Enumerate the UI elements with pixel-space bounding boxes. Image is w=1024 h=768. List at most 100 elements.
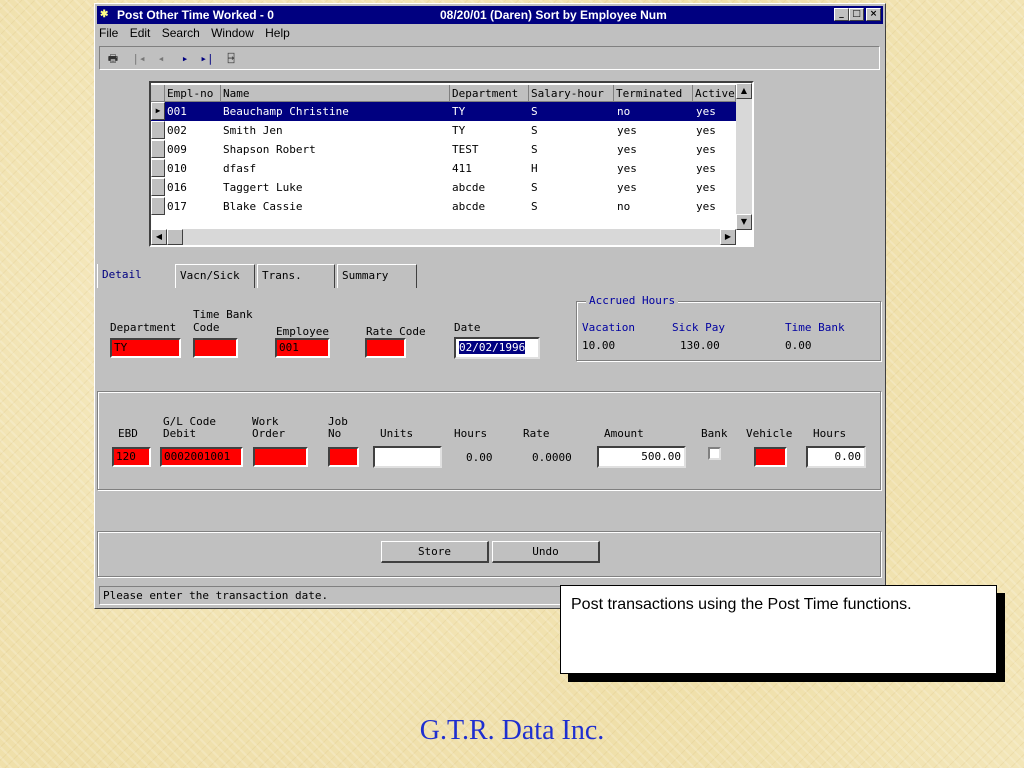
scroll-down-icon[interactable]: ▼ — [736, 214, 752, 230]
sick-pay-value: 130.00 — [680, 339, 720, 352]
cell-empl-no: 010 — [167, 162, 187, 175]
cell-department: TY — [452, 124, 466, 137]
title-bar[interactable]: ✱ Post Other Time Worked - 0 08/20/01 (D… — [97, 6, 883, 24]
cell-department: TEST — [452, 143, 479, 156]
table-row[interactable]: 009 Shapson Robert TEST S yes yes — [151, 140, 736, 159]
scroll-right-icon[interactable]: ▶ — [720, 229, 736, 245]
work-order-field[interactable] — [253, 447, 308, 467]
menu-edit[interactable]: Edit — [130, 26, 151, 40]
time-bank-value: 0.00 — [785, 339, 812, 352]
menu-file[interactable]: File — [99, 26, 118, 40]
scroll-thumb[interactable] — [167, 229, 183, 245]
time-bank-code-field[interactable] — [193, 338, 238, 358]
ebd-field[interactable]: 120 — [112, 447, 151, 467]
vehicle-field[interactable] — [754, 447, 787, 467]
cell-terminated: yes — [617, 181, 637, 194]
amount-label: Amount — [604, 427, 644, 440]
first-record-icon[interactable]: |◂ — [130, 50, 148, 67]
cell-empl-no: 001 — [167, 105, 187, 118]
cell-name: Beauchamp Christine — [223, 105, 349, 118]
col-header-name[interactable]: Name — [221, 85, 450, 102]
rate-value: 0.0000 — [532, 451, 572, 464]
menu-help[interactable]: Help — [265, 26, 290, 40]
col-header-salary-hour[interactable]: Salary-hour — [529, 85, 614, 102]
department-field[interactable]: TY — [110, 338, 181, 358]
units-field[interactable] — [373, 446, 442, 468]
cell-active: yes — [696, 143, 716, 156]
cell-terminated: yes — [617, 143, 637, 156]
amount-field[interactable]: 500.00 — [597, 446, 686, 468]
window-subtitle: 08/20/01 (Daren) Sort by Employee Num — [440, 8, 667, 22]
units-label: Units — [380, 427, 414, 440]
vehicle-label: Vehicle — [746, 427, 793, 440]
gl-code-field[interactable]: 0002001001 — [160, 447, 243, 467]
vertical-scrollbar[interactable]: ▲ ▼ — [736, 83, 752, 230]
col-header-empl-no[interactable]: Empl-no — [165, 85, 221, 102]
previous-record-icon[interactable]: ◂ — [152, 50, 170, 67]
rate-code-field[interactable] — [365, 338, 406, 358]
bank-checkbox[interactable] — [708, 447, 721, 460]
table-row[interactable]: ▶ 001 Beauchamp Christine TY S no yes — [151, 102, 736, 121]
tab-trans[interactable]: Trans. — [257, 264, 335, 288]
employee-field[interactable]: 001 — [275, 338, 330, 358]
scroll-left-icon[interactable]: ◀ — [151, 229, 167, 245]
cell-salary-hour: H — [531, 162, 538, 175]
gl-debit-label: Debit — [163, 427, 197, 440]
menu-window[interactable]: Window — [211, 26, 254, 40]
col-header-department[interactable]: Department — [450, 85, 529, 102]
col-header-terminated[interactable]: Terminated — [614, 85, 693, 102]
vacation-value: 10.00 — [582, 339, 616, 352]
tab-summary[interactable]: Summary — [337, 264, 417, 288]
table-row[interactable]: 017 Blake Cassie abcde S no yes — [151, 197, 736, 216]
printer-icon[interactable]: 🖶 — [104, 50, 122, 67]
cell-terminated: no — [617, 105, 631, 118]
cell-terminated: yes — [617, 162, 637, 175]
exit-door-icon[interactable]: ⍈ — [222, 50, 240, 67]
cell-salary-hour: S — [531, 181, 538, 194]
employee-label: Employee — [276, 325, 329, 338]
cell-name: dfasf — [223, 162, 257, 175]
cell-name: Shapson Robert — [223, 143, 316, 156]
table-row[interactable]: 010 dfasf 411 H yes yes — [151, 159, 736, 178]
col-header-active[interactable]: Active — [693, 85, 736, 102]
cell-active: yes — [696, 181, 716, 194]
next-record-icon[interactable]: ▸ — [176, 50, 194, 67]
cell-empl-no: 016 — [167, 181, 187, 194]
hours2-field[interactable]: 0.00 — [806, 446, 866, 468]
date-field[interactable]: 02/02/1996 — [454, 337, 540, 359]
cell-department: TY — [452, 105, 466, 118]
table-row[interactable]: 016 Taggert Luke abcde S yes yes — [151, 178, 736, 197]
row-indicator — [151, 159, 165, 177]
window-title: Post Other Time Worked - 0 — [117, 8, 274, 22]
time-bank-label: Time Bank — [193, 308, 253, 321]
cell-department: 411 — [452, 162, 472, 175]
hours2-label: Hours — [813, 427, 847, 440]
tab-detail[interactable]: Detail — [97, 264, 173, 288]
cell-terminated: no — [617, 200, 631, 213]
cell-salary-hour: S — [531, 105, 538, 118]
maximize-button[interactable]: □ — [849, 8, 864, 21]
last-record-icon[interactable]: ▸| — [198, 50, 216, 67]
tab-vacn-sick[interactable]: Vacn/Sick — [175, 264, 255, 288]
store-button[interactable]: Store — [381, 541, 489, 563]
rate-label: Rate — [523, 427, 550, 440]
menu-search[interactable]: Search — [162, 26, 200, 40]
menu-bar: File Edit Search Window Help — [99, 26, 298, 44]
transaction-group — [97, 391, 881, 490]
department-label: Department — [110, 321, 177, 334]
app-window: ✱ Post Other Time Worked - 0 08/20/01 (D… — [94, 3, 886, 609]
tab-strip: Detail Vacn/Sick Trans. Summary — [97, 264, 881, 288]
job-no-field[interactable] — [328, 447, 359, 467]
employee-grid[interactable]: Empl-no Name Department Salary-hour Term… — [149, 81, 754, 247]
grid-corner — [151, 85, 165, 102]
minimize-button[interactable]: _ — [834, 8, 849, 21]
horizontal-scrollbar[interactable]: ◀ ▶ — [151, 229, 736, 245]
close-button[interactable]: × — [866, 8, 881, 21]
scroll-up-icon[interactable]: ▲ — [736, 83, 752, 99]
time-bank-code-label: Code — [193, 321, 220, 334]
table-row[interactable]: 002 Smith Jen TY S yes yes — [151, 121, 736, 140]
undo-button[interactable]: Undo — [492, 541, 600, 563]
accrued-hours-title: Accrued Hours — [586, 295, 679, 307]
date-label: Date — [454, 321, 481, 334]
hours-label: Hours — [454, 427, 488, 440]
